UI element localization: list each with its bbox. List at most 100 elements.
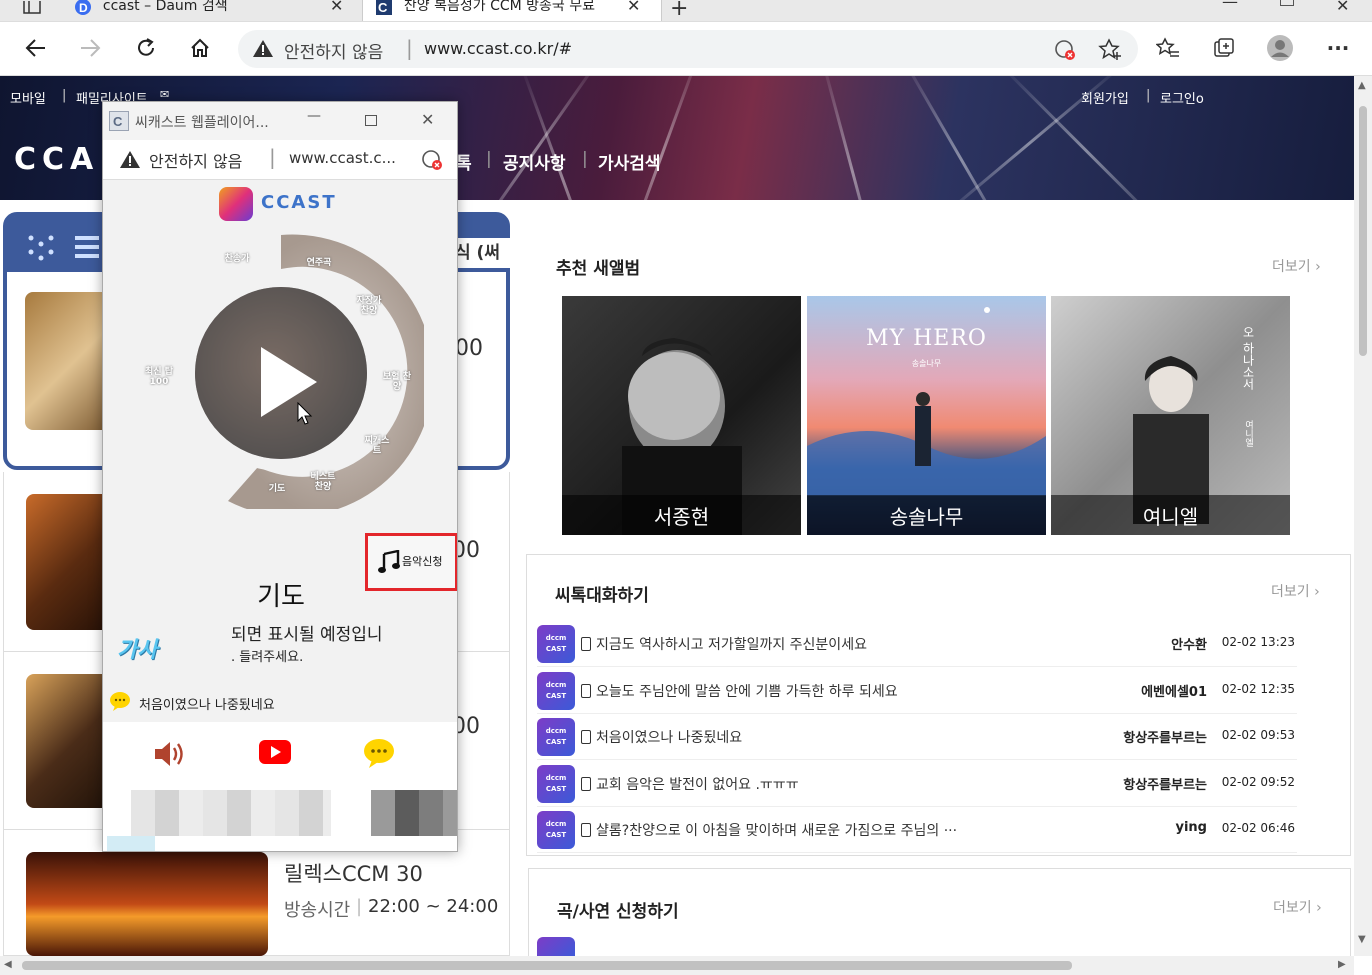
vertical-scrollbar[interactable]: ▲ ▼ <box>1354 76 1372 956</box>
collections-icon[interactable] <box>1206 30 1242 66</box>
scroll-down-icon[interactable]: ▼ <box>1358 934 1366 945</box>
maximize-icon[interactable] <box>1280 0 1294 6</box>
request-more-link[interactable]: 더보기 › <box>1273 897 1322 917</box>
warning-icon <box>252 38 274 62</box>
divider: | <box>62 88 67 103</box>
talk-user: 에벤에셀01 <box>1141 684 1207 700</box>
address-bar[interactable]: 안전하지 않음 | www.ccast.co.kr/# <box>238 30 1138 68</box>
minimize-icon[interactable]: — <box>1222 0 1238 11</box>
close-window-icon[interactable]: ✕ <box>1336 0 1349 15</box>
ccast-avatar: dccm CAST <box>537 671 575 710</box>
login-link[interactable]: 로그인o <box>1160 88 1204 107</box>
tab-actions-icon[interactable] <box>22 0 42 19</box>
channel-button[interactable]: 베스트 찬양 <box>307 472 339 492</box>
lyrics-line: . 들려주세요. <box>231 650 304 665</box>
album-cover-title: 오 하나소서 <box>1241 326 1255 390</box>
youtube-icon[interactable] <box>259 740 291 768</box>
more-menu-icon[interactable]: ··· <box>1320 30 1356 66</box>
home-icon[interactable] <box>182 30 218 66</box>
brand-logo: CCAST <box>261 192 337 213</box>
program-time-fragment: 00 <box>455 336 483 361</box>
chat-icon <box>109 691 131 715</box>
mobile-icon <box>581 776 591 791</box>
channel-button[interactable]: 연주곡 <box>303 258 335 268</box>
program-name[interactable]: 릴렉스CCM 30 <box>284 858 423 888</box>
channel-button[interactable]: 최신 탑100 <box>143 367 175 387</box>
address-toolbar: 안전하지 않음 | www.ccast.co.kr/# ··· <box>0 22 1372 76</box>
scrollbar-thumb[interactable] <box>22 961 1072 970</box>
talk-message[interactable]: 처음이였으나 나중됬네요 <box>581 727 742 747</box>
menu-talk[interactable]: 톡 <box>456 149 472 174</box>
menu-lyrics-search[interactable]: 가사검색 <box>598 149 661 174</box>
url-text[interactable]: www.ccast.co.kr/# <box>424 39 572 58</box>
ccast-avatar: dccm CAST <box>537 811 575 849</box>
talk-row[interactable]: dccm CAST 처음이였으나 나중됬네요 항상주를부르는 02-02 09:53 <box>537 713 1297 760</box>
site-logo[interactable]: CCA <box>14 142 99 177</box>
favorites-icon[interactable] <box>1150 30 1186 66</box>
menu-notice[interactable]: 공지사항 <box>503 149 566 174</box>
channel-button[interactable]: 찌캐스트 <box>361 436 393 456</box>
channel-button[interactable]: 보혈 찬양 <box>381 372 413 392</box>
channel-button[interactable]: 자장가 찬양 <box>353 296 385 316</box>
svg-text:D: D <box>79 1 88 15</box>
tab-ccast[interactable]: C 찬양 복음성가 CCM 방송국 무료 ✕ <box>362 0 662 21</box>
horizontal-scrollbar[interactable]: ◀ ▶ <box>0 956 1354 975</box>
security-label: 안전하지 않음 <box>149 152 243 171</box>
new-tab-icon[interactable]: + <box>670 0 688 21</box>
albums-more-link[interactable]: 더보기 › <box>1272 256 1321 276</box>
tracking-icon[interactable] <box>1054 39 1076 65</box>
ccast-avatar: dccm CAST <box>537 718 575 756</box>
popup-address-bar[interactable]: 안전하지 않음 | www.ccast.c... <box>103 140 457 180</box>
albums-section-title: 추천 새앨범 <box>556 259 641 279</box>
divider: | <box>582 149 588 169</box>
maximize-icon[interactable] <box>365 115 377 126</box>
talk-message[interactable]: 교회 음악은 발전이 없어요 .ㅠㅠㅠ <box>581 774 799 794</box>
signup-link[interactable]: 회원가입 <box>1081 88 1129 107</box>
scroll-left-icon[interactable]: ◀ <box>4 959 12 970</box>
refresh-icon[interactable] <box>128 30 164 66</box>
program-time-label: 방송시간 <box>284 900 351 921</box>
talk-user: 안수환 <box>1171 638 1207 653</box>
back-icon[interactable] <box>18 30 54 66</box>
divider: | <box>356 896 363 917</box>
talk-row[interactable]: dccm CAST 지금도 역사하시고 저가할일까지 주신분이세요 안수환 02-02 … <box>537 620 1297 667</box>
talk-message[interactable]: 샬롬?찬양으로 이 아침을 맞이하며 새로운 가짐으로 주님의 ··· <box>581 820 957 840</box>
close-icon[interactable]: ✕ <box>627 0 640 21</box>
favorite-add-icon[interactable] <box>1098 38 1122 64</box>
tracking-icon[interactable] <box>421 149 443 175</box>
tab-daum[interactable]: D ccast – Daum 검색 ✕ <box>62 0 358 21</box>
close-icon[interactable]: ✕ <box>421 110 434 129</box>
talk-message[interactable]: 오늘도 주님안에 말씀 안에 기쁨 가득한 하루 되세요 <box>581 681 898 701</box>
album-card[interactable]: MY HERO 송솔나무 송솔나무 <box>807 296 1046 535</box>
minimize-icon[interactable]: — <box>307 108 321 124</box>
ad-banner[interactable] <box>103 790 457 851</box>
chat-message: 처음이였으나 나중됬네요 <box>139 698 275 713</box>
profile-avatar-icon[interactable] <box>1262 30 1298 66</box>
tab-title: 찬양 복음성가 CCM 방송국 무료 <box>403 0 596 14</box>
talk-row[interactable]: dccm CAST 오늘도 주님안에 말씀 안에 기쁨 가득한 하루 되세요 에벤에셀… <box>537 667 1297 714</box>
tab-bar: D ccast – Daum 검색 ✕ C 찬양 복음성가 CCM 방송국 무료… <box>0 0 1372 22</box>
talk-row[interactable]: dccm CAST 교회 음악은 발전이 없어요 .ㅠㅠㅠ 항상주를부르는 02-02 … <box>537 760 1297 807</box>
chat-icon[interactable] <box>363 738 397 772</box>
divider: | <box>1146 88 1151 103</box>
volume-icon[interactable] <box>153 740 187 772</box>
channel-button[interactable]: 찬송가 <box>221 254 253 264</box>
talk-row[interactable]: dccm CAST 샬롬?찬양으로 이 아침을 맞이하며 새로운 가짐으로 주님의 … <box>537 806 1297 853</box>
album-cover-subtitle: 여니엘 <box>1243 420 1253 447</box>
close-icon[interactable]: ✕ <box>330 0 343 21</box>
forward-icon[interactable] <box>72 30 108 66</box>
album-card[interactable]: 서종현 <box>562 296 801 535</box>
talk-message[interactable]: 지금도 역사하시고 저가할일까지 주신분이세요 <box>581 634 867 654</box>
mobile-link[interactable]: 모바일 <box>10 88 46 107</box>
talk-user: ying <box>1175 820 1208 835</box>
program-thumbnail[interactable] <box>26 852 268 956</box>
album-card[interactable]: 오 하나소서 여니엘 여니엘 <box>1051 296 1290 535</box>
lyrics-line: 되면 표시될 예정입니 <box>231 625 383 645</box>
scrollbar-thumb[interactable] <box>1359 106 1367 356</box>
channel-button[interactable]: 기도 <box>261 484 293 494</box>
scroll-right-icon[interactable]: ▶ <box>1338 959 1346 970</box>
talk-more-link[interactable]: 더보기 › <box>1271 581 1320 601</box>
scroll-up-icon[interactable]: ▲ <box>1358 80 1366 91</box>
talk-panel: 씨톡대화하기 더보기 › dccm CAST 지금도 역사하시고 저가할일까지 주신… <box>526 554 1351 856</box>
ccast-logo-icon <box>219 187 253 221</box>
